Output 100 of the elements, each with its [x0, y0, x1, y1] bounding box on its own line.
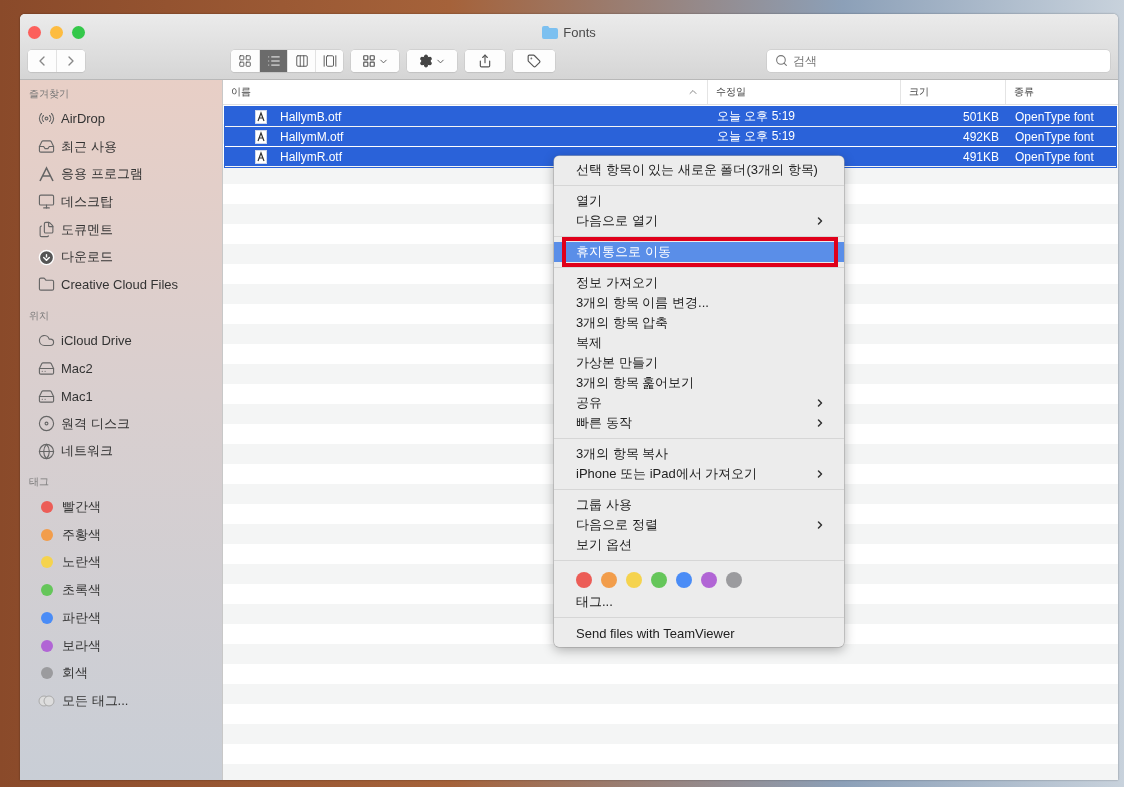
sidebar-item[interactable]: Mac1 [61, 388, 93, 404]
column-header[interactable]: 종류 [1005, 80, 1118, 104]
date-cell-text: 오늘 오후 5:19 [716, 128, 797, 145]
monitor-icon [38, 193, 55, 211]
menu-item[interactable]: 3개의 항목 압축 [554, 313, 844, 333]
menu-item[interactable]: 태그... [554, 592, 844, 612]
forward-button[interactable] [56, 50, 85, 72]
folder-icon [38, 276, 55, 294]
column-header[interactable]: 수정일 [707, 80, 900, 104]
menu-item[interactable]: 다음으로 정렬 [554, 515, 844, 535]
file-name: HallymB.otf [279, 109, 343, 124]
globe-icon [38, 442, 55, 460]
columns-icon [294, 54, 309, 68]
size-cell-text: 492KB [961, 129, 1000, 144]
overlapping-circles-icon [38, 694, 56, 707]
tag-color-dot[interactable] [626, 572, 642, 588]
tag-color-dot[interactable] [601, 572, 617, 588]
menu-item[interactable]: 열기 [554, 191, 844, 211]
menu-item[interactable]: 선택 항목이 있는 새로운 폴더(3개의 항목) [554, 160, 844, 180]
column-view-button[interactable] [287, 50, 315, 72]
tag-color-dot[interactable] [576, 572, 592, 588]
menu-item[interactable]: 가상본 만들기 [554, 353, 844, 373]
tag-color-dot[interactable] [726, 572, 742, 588]
sidebar-heading: 위치 [29, 308, 50, 323]
size-cell-text: 501KB [961, 109, 1000, 124]
sidebar-item[interactable]: 보라색 [62, 636, 101, 655]
kind-cell-text: OpenType font [1014, 109, 1095, 124]
sidebar-item[interactable]: 파란색 [62, 608, 101, 627]
column-header[interactable]: 크기 [900, 80, 1005, 104]
column-header[interactable]: 이름 [223, 80, 707, 104]
menu-item[interactable]: iPhone 또는 iPad에서 가져오기 [554, 464, 844, 484]
share-icon [478, 54, 492, 68]
menu-item[interactable]: 복제 [554, 333, 844, 353]
sidebar-item[interactable]: 데스크탑 [61, 192, 113, 211]
sidebar-item[interactable]: 네트워크 [61, 442, 113, 461]
font-file-icon [255, 109, 267, 124]
sidebar-item[interactable]: 노란색 [62, 553, 101, 572]
tag-color-dot[interactable] [676, 572, 692, 588]
sidebar-item[interactable]: 응용 프로그램 [61, 165, 143, 184]
tag-color-dot[interactable] [701, 572, 717, 588]
kind-cell-text: OpenType font [1014, 149, 1095, 164]
sidebar-item[interactable]: AirDrop [61, 111, 106, 127]
sidebar-heading: 태그 [29, 475, 50, 490]
list-view-button[interactable] [259, 50, 287, 72]
menu-item[interactable]: 그룹 사용 [554, 495, 844, 515]
tray-icon [38, 138, 55, 156]
menu-item[interactable]: 빠른 동작 [554, 413, 844, 433]
sidebar-heading: 즐겨찾기 [29, 87, 70, 101]
file-row[interactable]: HallymB.otf 오늘 오후 5:19 501KB OpenType font [225, 107, 1116, 126]
back-button[interactable] [28, 50, 56, 72]
search-field[interactable]: 검색 [767, 50, 1110, 72]
tag-button[interactable] [513, 50, 555, 72]
menu-item[interactable]: 공유 [554, 393, 844, 413]
sidebar-item[interactable]: 모든 태그... [62, 691, 129, 710]
search-icon [775, 54, 788, 67]
zoom-button[interactable] [72, 25, 85, 39]
grid-icon [361, 54, 376, 68]
menu-item[interactable]: 3개의 항목 훑어보기 [554, 373, 844, 393]
sidebar-item[interactable]: 최근 사용 [61, 137, 117, 156]
tag-color-dot[interactable] [651, 572, 667, 588]
documents-icon [38, 221, 55, 239]
sidebar-item[interactable]: iCloud Drive [61, 333, 132, 349]
window-title: Fonts [563, 24, 596, 40]
date-cell-text: 오늘 오후 5:19 [716, 108, 797, 125]
disc-icon [38, 415, 55, 433]
download-icon [38, 248, 55, 266]
menu-item[interactable]: 3개의 항목 이름 변경... [554, 293, 844, 313]
sidebar-item[interactable]: 초록색 [62, 581, 101, 600]
kind-cell-text: OpenType font [1014, 129, 1095, 144]
sidebar-item[interactable]: Creative Cloud Files [61, 277, 179, 293]
list-icon [266, 54, 281, 68]
sidebar-item[interactable]: 다운로드 [61, 248, 113, 267]
folder-icon [542, 25, 559, 39]
settings-button[interactable] [407, 50, 457, 72]
close-button[interactable] [28, 25, 41, 39]
gallery-icon [322, 54, 337, 68]
sidebar-item[interactable]: 회색 [62, 664, 88, 683]
sidebar-item[interactable]: 빨간색 [62, 498, 101, 517]
size-cell-text: 491KB [961, 149, 1000, 164]
font-file-icon [255, 149, 267, 164]
tag-icon [527, 54, 541, 68]
gallery-view-button[interactable] [315, 50, 343, 72]
menu-item[interactable]: 3개의 항목 복사 [554, 444, 844, 464]
sidebar-item[interactable]: 원격 디스크 [61, 414, 130, 433]
arrange-button[interactable] [351, 50, 399, 72]
menu-item[interactable]: 정보 가져오기 [554, 273, 844, 293]
file-row[interactable]: HallymM.otf 오늘 오후 5:19 492KB OpenType font [225, 127, 1116, 146]
icon-view-button[interactable] [231, 50, 259, 72]
font-file-icon [255, 129, 267, 144]
sidebar-item[interactable]: Mac2 [61, 360, 93, 376]
menu-item[interactable]: 다음으로 열기 [554, 211, 844, 231]
menu-item[interactable]: 보기 옵션 [554, 535, 844, 555]
hard-drive-icon [38, 387, 55, 405]
share-button[interactable] [465, 50, 505, 72]
grid-icon [238, 54, 252, 68]
menu-item[interactable]: Send files with TeamViewer [554, 623, 844, 643]
settings-icon [418, 54, 433, 68]
sidebar-item[interactable]: 도큐멘트 [61, 220, 113, 239]
sidebar-item[interactable]: 주황색 [62, 525, 101, 544]
file-name: HallymR.otf [279, 149, 343, 164]
